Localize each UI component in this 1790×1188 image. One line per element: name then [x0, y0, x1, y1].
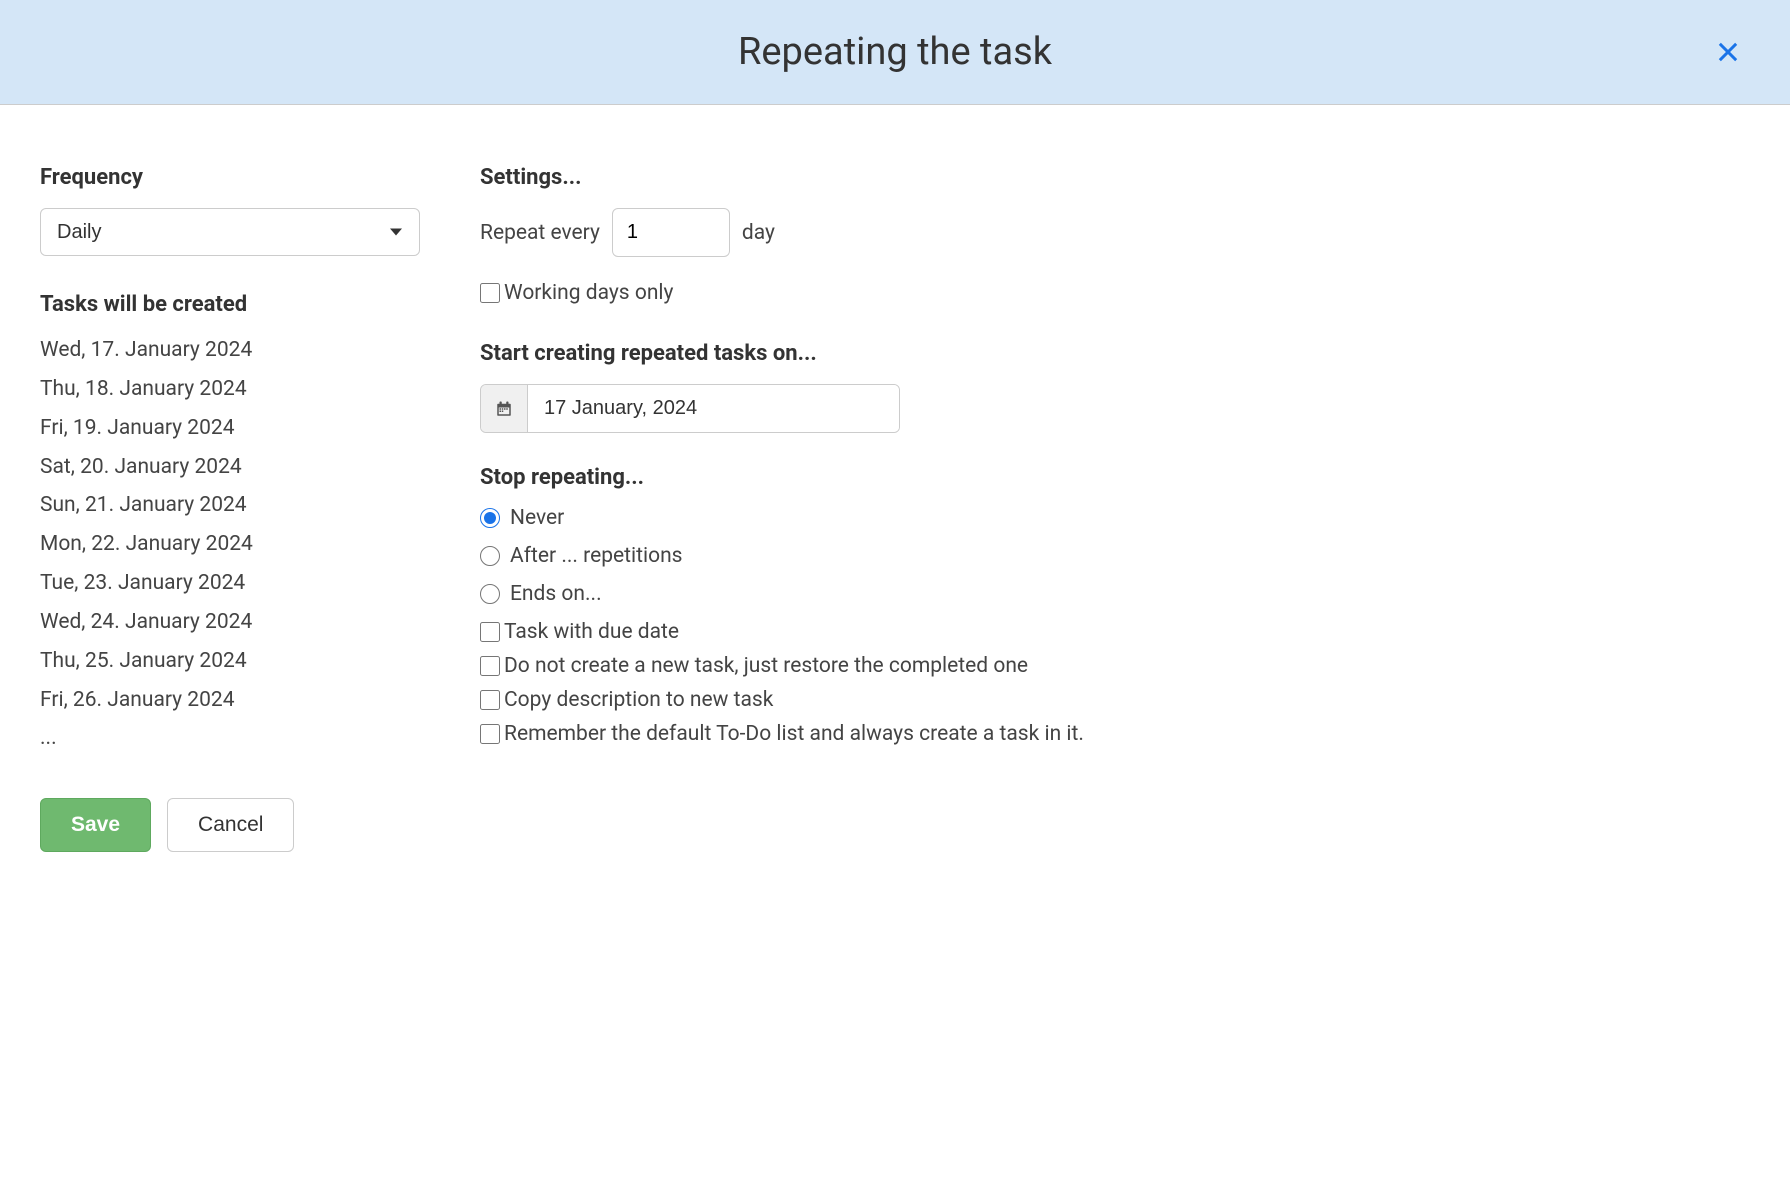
list-item: Mon, 22. January 2024 [40, 525, 460, 564]
dialog-title: Repeating the task [738, 30, 1052, 74]
due-date-row: Task with due date [480, 620, 1750, 644]
stop-after-radio[interactable] [480, 546, 500, 566]
stop-never-radio[interactable] [480, 508, 500, 528]
tasks-preview-heading: Tasks will be created [40, 292, 460, 317]
remember-list-label: Remember the default To-Do list and alwa… [504, 722, 1084, 746]
frequency-select[interactable]: Daily [40, 208, 420, 256]
tasks-preview-list: Wed, 17. January 2024 Thu, 18. January 2… [40, 331, 460, 719]
stop-ends-on-row: Ends on... [480, 582, 1750, 606]
stop-never-label: Never [510, 506, 564, 530]
copy-desc-checkbox[interactable] [480, 690, 500, 710]
copy-desc-label: Copy description to new task [504, 688, 773, 712]
stop-after-row: After ... repetitions [480, 544, 1750, 568]
calendar-icon [495, 400, 513, 418]
restore-checkbox[interactable] [480, 656, 500, 676]
list-item: Thu, 25. January 2024 [40, 642, 460, 681]
working-days-row: Working days only [480, 281, 1750, 305]
calendar-button[interactable] [481, 385, 528, 432]
left-column: Frequency Daily Tasks will be created We… [40, 165, 460, 758]
dialog-content: Frequency Daily Tasks will be created We… [0, 105, 1790, 798]
list-item: Thu, 18. January 2024 [40, 370, 460, 409]
copy-desc-row: Copy description to new task [480, 688, 1750, 712]
stop-repeating-heading: Stop repeating... [480, 465, 1750, 490]
list-item: Wed, 17. January 2024 [40, 331, 460, 370]
settings-heading: Settings... [480, 165, 1750, 190]
restore-row: Do not create a new task, just restore t… [480, 654, 1750, 678]
remember-list-checkbox[interactable] [480, 724, 500, 744]
frequency-select-wrapper: Daily [40, 208, 420, 256]
stop-ends-on-label: Ends on... [510, 582, 602, 606]
list-item: Sat, 20. January 2024 [40, 448, 460, 487]
close-button[interactable] [1706, 30, 1750, 74]
stop-ends-on-radio[interactable] [480, 584, 500, 604]
save-button[interactable]: Save [40, 798, 151, 852]
repeat-every-row: Repeat every day [480, 208, 1750, 257]
start-date-input[interactable] [528, 385, 899, 432]
tasks-preview-more: ... [40, 719, 460, 758]
stop-never-row: Never [480, 506, 1750, 530]
list-item: Fri, 19. January 2024 [40, 409, 460, 448]
list-item: Fri, 26. January 2024 [40, 681, 460, 720]
working-days-label: Working days only [504, 281, 673, 305]
right-column: Settings... Repeat every day Working day… [480, 165, 1750, 758]
cancel-button[interactable]: Cancel [167, 798, 294, 852]
frequency-heading: Frequency [40, 165, 460, 190]
start-date-group [480, 384, 900, 433]
due-date-label: Task with due date [504, 620, 679, 644]
working-days-checkbox[interactable] [480, 283, 500, 303]
dialog-header: Repeating the task [0, 0, 1790, 105]
list-item: Wed, 24. January 2024 [40, 603, 460, 642]
start-date-heading: Start creating repeated tasks on... [480, 341, 1750, 366]
dialog-footer: Save Cancel [0, 798, 1790, 892]
repeat-suffix-label: day [742, 221, 775, 245]
settings-block: Settings... Repeat every day Working day… [480, 165, 1750, 433]
due-date-checkbox[interactable] [480, 622, 500, 642]
remember-list-row: Remember the default To-Do list and alwa… [480, 722, 1750, 746]
list-item: Tue, 23. January 2024 [40, 564, 460, 603]
list-item: Sun, 21. January 2024 [40, 486, 460, 525]
repeat-interval-input[interactable] [612, 208, 730, 257]
close-icon [1714, 38, 1742, 66]
stop-after-label: After ... repetitions [510, 544, 683, 568]
repeat-prefix-label: Repeat every [480, 221, 600, 245]
restore-label: Do not create a new task, just restore t… [504, 654, 1028, 678]
